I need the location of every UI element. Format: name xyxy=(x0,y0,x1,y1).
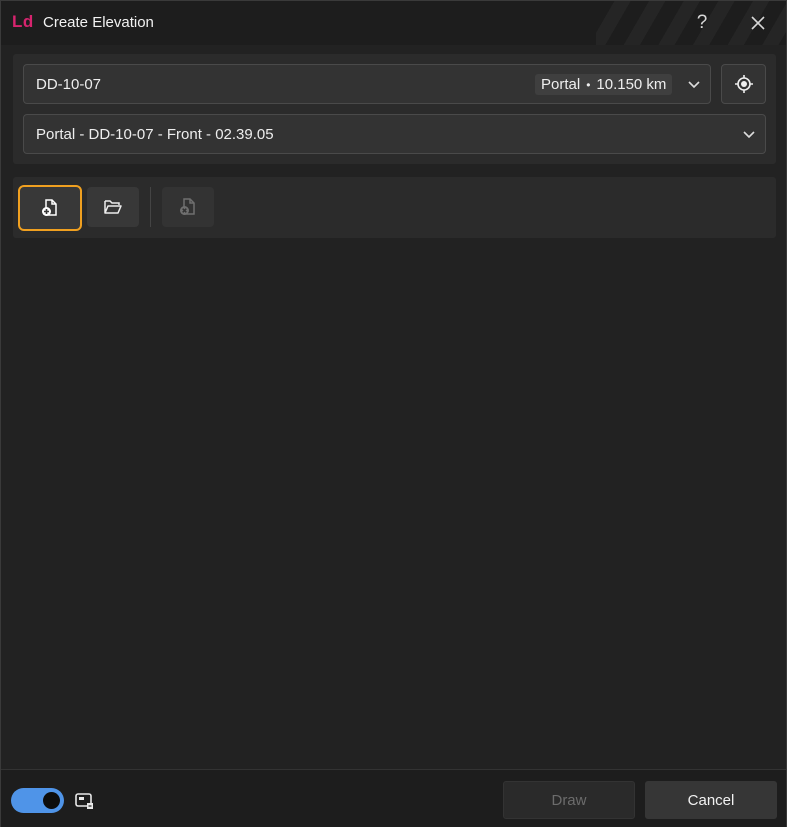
window-view-icon[interactable] xyxy=(75,792,95,810)
elevation-toolbar xyxy=(13,177,776,238)
app-logo: Ld xyxy=(12,12,34,31)
location-select[interactable]: DD-10-07 Portal • 10.150 km xyxy=(23,64,711,104)
new-elevation-button[interactable] xyxy=(18,185,82,231)
badge-separator: • xyxy=(586,77,591,92)
chevron-down-icon[interactable] xyxy=(686,76,702,92)
question-icon: ? xyxy=(696,12,708,33)
locate-target-icon xyxy=(734,75,753,93)
close-button[interactable] xyxy=(744,9,772,37)
create-elevation-dialog: Ld Create Elevation ? DD-10-07 Portal • … xyxy=(0,0,787,827)
dialog-footer: Draw Cancel xyxy=(1,769,786,827)
location-value: DD-10-07 xyxy=(36,75,102,93)
location-badge: Portal • 10.150 km xyxy=(535,74,673,95)
delete-document-icon xyxy=(180,198,195,215)
locate-button[interactable] xyxy=(721,64,766,104)
location-type: Portal xyxy=(541,76,581,93)
title-bar[interactable]: Ld Create Elevation ? xyxy=(1,1,786,45)
preview-toggle[interactable] xyxy=(11,788,64,813)
close-icon xyxy=(751,16,765,30)
new-document-plus-icon xyxy=(42,199,57,216)
elevation-value: Portal - DD-10-07 - Front - 02.39.05 xyxy=(36,125,274,143)
window-title: Create Elevation xyxy=(43,14,154,31)
open-folder-icon xyxy=(104,200,122,214)
help-button[interactable]: ? xyxy=(688,9,716,37)
toolbar-separator xyxy=(150,187,151,227)
delete-elevation-button[interactable] xyxy=(162,187,214,227)
location-distance: 10.150 km xyxy=(596,76,667,93)
open-elevation-button[interactable] xyxy=(87,187,139,227)
toggle-knob xyxy=(43,792,60,809)
draw-button[interactable]: Draw xyxy=(503,781,635,819)
selection-panel: DD-10-07 Portal • 10.150 km Portal - DD-… xyxy=(13,54,776,164)
chevron-down-icon[interactable] xyxy=(741,126,757,142)
cancel-button[interactable]: Cancel xyxy=(645,781,777,819)
elevation-select[interactable]: Portal - DD-10-07 - Front - 02.39.05 xyxy=(23,114,766,154)
